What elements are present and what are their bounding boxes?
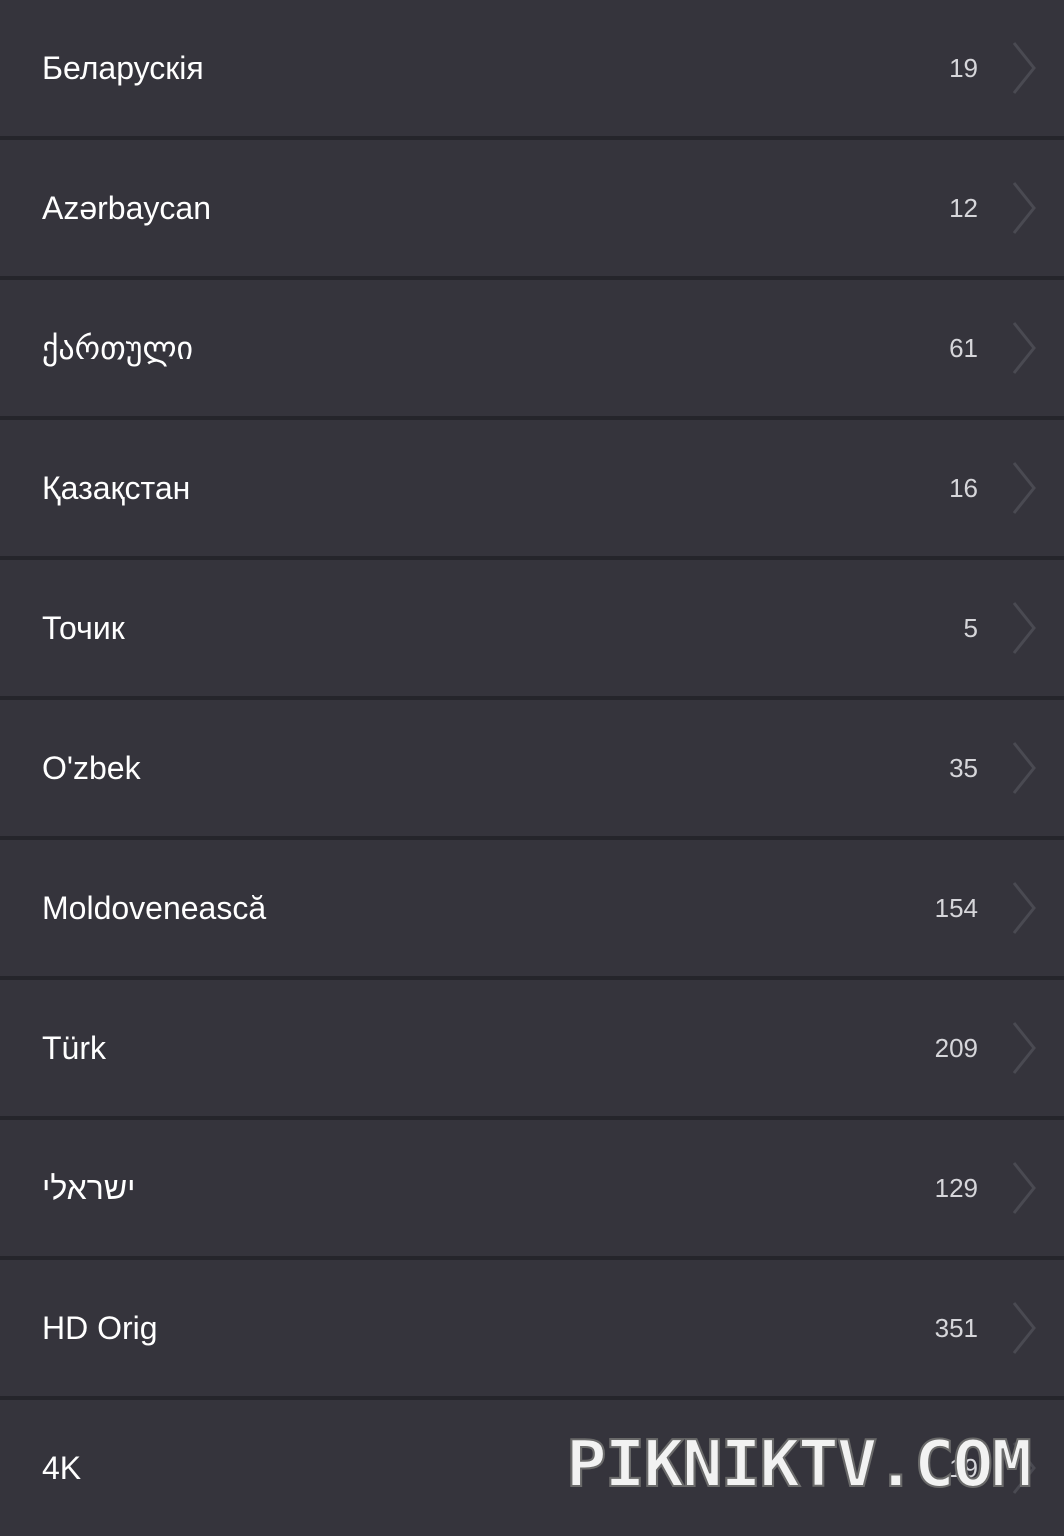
list-item-count: 61 xyxy=(949,333,978,363)
list-item[interactable]: ქართული 61 xyxy=(0,280,1064,416)
watermark-text: PIKNIKTV.COM xyxy=(566,1430,1030,1502)
list-item-count: 12 xyxy=(949,193,978,223)
chevron-right-icon xyxy=(1010,1300,1038,1356)
list-item-label: ישראלי xyxy=(42,1170,136,1206)
list-item-label: ქართული xyxy=(42,330,194,366)
list-item-count: 154 xyxy=(934,893,978,923)
list-item[interactable]: HD Orig 351 xyxy=(0,1260,1064,1396)
list-item-count: 35 xyxy=(949,753,978,783)
chevron-right-icon xyxy=(1010,880,1038,936)
chevron-right-icon xyxy=(1010,460,1038,516)
list-item-label: Точик xyxy=(42,610,125,646)
watermark-logo: PIKNIKTV.COM xyxy=(562,1430,1034,1510)
list-item[interactable]: Moldovenească 154 xyxy=(0,840,1064,976)
list-item[interactable]: ישראלי 129 xyxy=(0,1120,1064,1256)
list-item-count: 19 xyxy=(949,53,978,83)
list-item-count: 129 xyxy=(934,1173,978,1203)
list-item[interactable]: Точик 5 xyxy=(0,560,1064,696)
list-item-label: Türk xyxy=(42,1030,106,1066)
list-item-count: 351 xyxy=(934,1313,978,1343)
list-item[interactable]: Azərbaycan 12 xyxy=(0,140,1064,276)
list-item-label: Moldovenească xyxy=(42,890,267,926)
chevron-right-icon xyxy=(1010,1160,1038,1216)
list-item[interactable]: O'zbek 35 xyxy=(0,700,1064,836)
list-item-label: Қазақстан xyxy=(42,470,191,506)
list-item-count: 209 xyxy=(934,1033,978,1063)
category-list: Беларускія 19 Azərbaycan 12 ქართული 61 Қ… xyxy=(0,0,1064,1536)
list-item-label: O'zbek xyxy=(42,750,141,786)
list-item-label: 4K xyxy=(42,1450,82,1486)
list-item-label: HD Orig xyxy=(42,1310,158,1346)
chevron-right-icon xyxy=(1010,600,1038,656)
chevron-right-icon xyxy=(1010,320,1038,376)
list-item-label: Azərbaycan xyxy=(42,190,211,226)
chevron-right-icon xyxy=(1010,1020,1038,1076)
list-item-count: 5 xyxy=(963,613,978,643)
list-item-label: Беларускія xyxy=(42,50,204,86)
list-item[interactable]: Қазақстан 16 xyxy=(0,420,1064,556)
list-item-count: 16 xyxy=(949,473,978,503)
chevron-right-icon xyxy=(1010,40,1038,96)
chevron-right-icon xyxy=(1010,180,1038,236)
list-item[interactable]: Türk 209 xyxy=(0,980,1064,1116)
list-item[interactable]: Беларускія 19 xyxy=(0,0,1064,136)
chevron-right-icon xyxy=(1010,740,1038,796)
